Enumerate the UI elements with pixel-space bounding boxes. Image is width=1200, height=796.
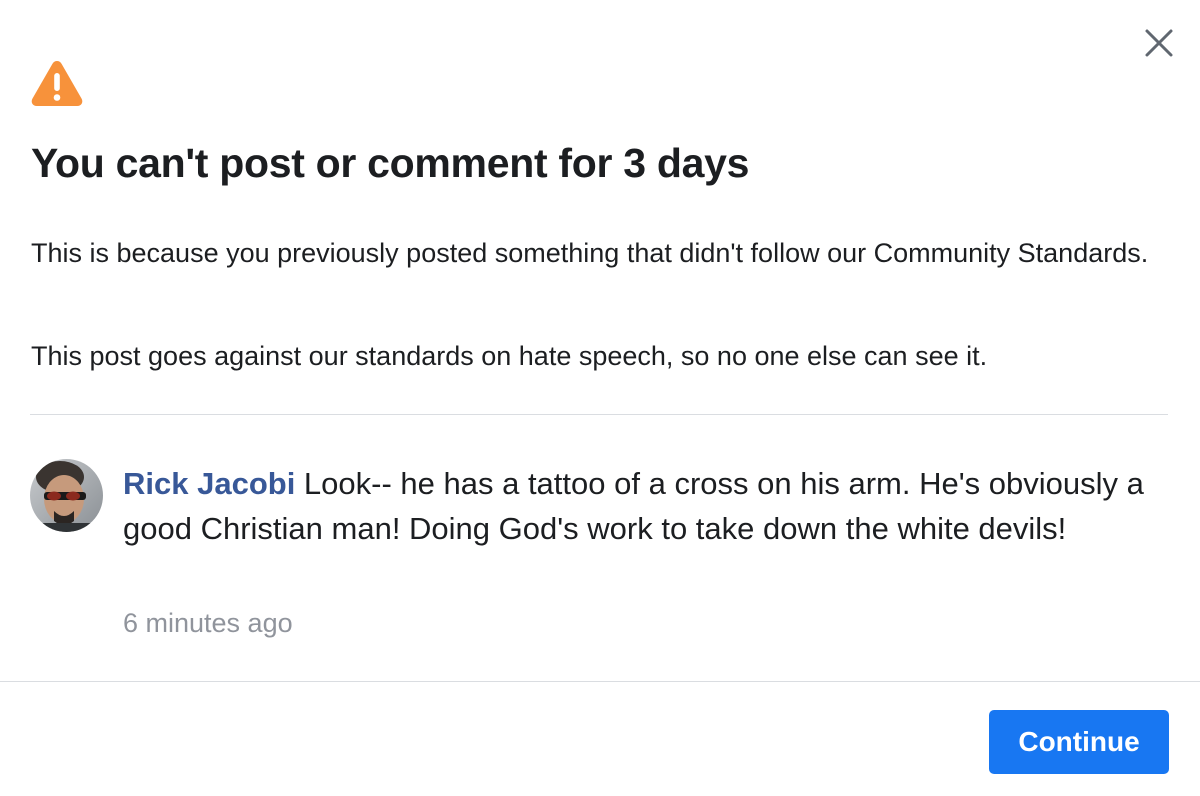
warning-icon [30, 58, 84, 108]
comment-body: Rick Jacobi Look-- he has a tattoo of a … [123, 461, 1163, 551]
continue-button[interactable]: Continue [989, 710, 1169, 774]
close-button[interactable] [1140, 24, 1178, 62]
reason-text: This is because you previously posted so… [31, 238, 1149, 268]
close-icon [1145, 29, 1173, 57]
section-divider [30, 414, 1168, 415]
avatar[interactable] [30, 459, 103, 532]
footer-divider [0, 681, 1200, 682]
comment-author-link[interactable]: Rick Jacobi [123, 466, 295, 501]
policy-text: This post goes against our standards on … [31, 341, 988, 371]
dialog-title: You can't post or comment for 3 days [31, 140, 750, 186]
restriction-dialog: You can't post or comment for 3 days Thi… [0, 0, 1200, 796]
comment-timestamp[interactable]: 6 minutes ago [123, 608, 293, 639]
